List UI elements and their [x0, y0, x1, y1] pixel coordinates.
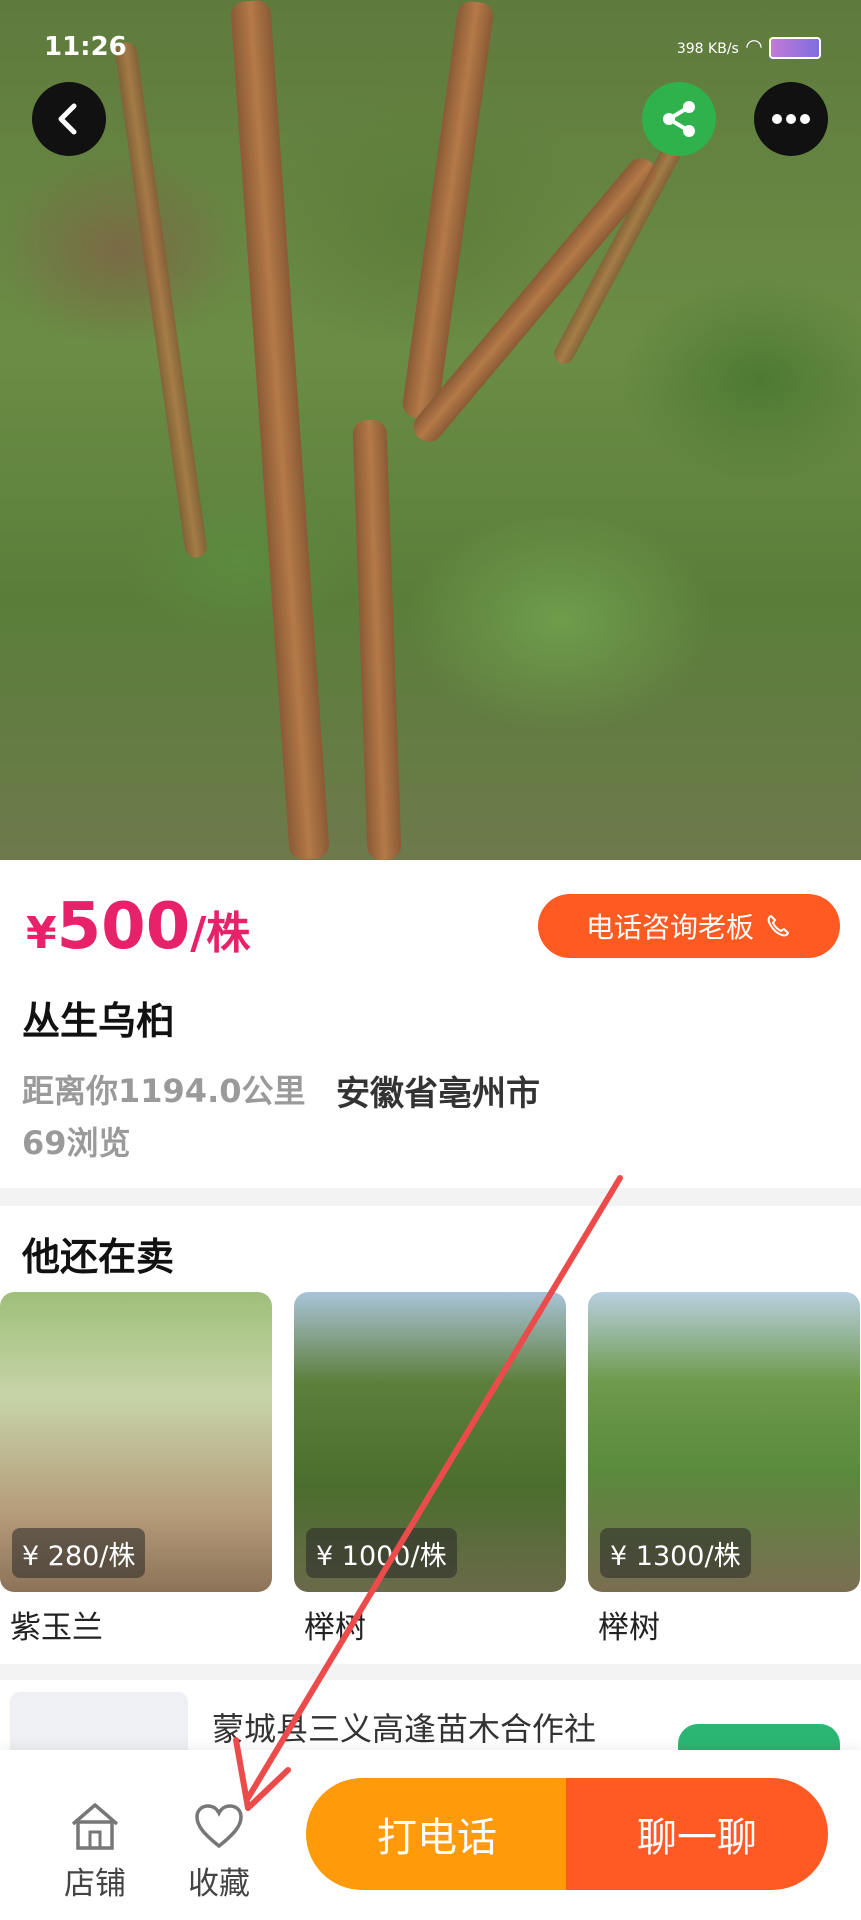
battery-icon [769, 36, 821, 59]
shop-label: 店铺 [64, 1866, 126, 1902]
price-unit: /株 [190, 908, 251, 959]
shop-icon [71, 1803, 119, 1850]
share-icon [663, 101, 695, 137]
card-name: 榉树 [598, 1610, 660, 1646]
shop-tab[interactable]: 店铺 [40, 1800, 150, 1903]
back-arrow-icon [58, 103, 77, 135]
card-name: 榉树 [304, 1610, 366, 1646]
other-item-card[interactable]: ¥ 1300/株 榉树 [588, 1292, 860, 1658]
share-button[interactable] [642, 82, 716, 156]
price-value: 500 [56, 890, 191, 964]
distance: 距离你1194.0公里 [22, 1072, 306, 1110]
location: 安徽省亳州市 [336, 1074, 540, 1114]
heart-icon [195, 1804, 243, 1849]
favorite-label: 收藏 [188, 1866, 250, 1902]
seller-name[interactable]: 蒙城县三义高逢苗木合作社 [212, 1704, 596, 1750]
price: ¥500/株 [26, 890, 250, 964]
consult-owner-button[interactable]: 电话咨询老板 [538, 894, 840, 958]
card-price: ¥ 280/株 [12, 1528, 146, 1578]
price-currency: ¥ [26, 908, 57, 959]
status-icons: 398 KB/s ◠ [677, 34, 821, 59]
product-title: 丛生乌桕 [22, 999, 175, 1043]
more-icon [772, 114, 810, 124]
card-price: ¥ 1300/株 [600, 1528, 751, 1578]
wifi-icon: ◠ [745, 34, 763, 58]
other-items-title: 他还在卖 [22, 1235, 175, 1279]
back-button[interactable] [32, 82, 106, 156]
view-count: 69浏览 [22, 1124, 131, 1162]
call-button[interactable]: 打电话 [306, 1778, 568, 1890]
card-name: 紫玉兰 [10, 1610, 103, 1646]
favorite-tab[interactable]: 收藏 [164, 1800, 274, 1903]
more-button[interactable] [754, 82, 828, 156]
status-time: 11:26 [44, 32, 127, 62]
product-hero-image[interactable] [0, 0, 861, 860]
other-item-card[interactable]: ¥ 1000/株 榉树 [294, 1292, 566, 1658]
phone-icon [767, 914, 790, 937]
chat-button[interactable]: 聊一聊 [566, 1778, 828, 1890]
consult-label: 电话咨询老板 [585, 911, 754, 944]
section-divider [0, 1664, 861, 1680]
section-divider [0, 1188, 861, 1206]
network-speed: 398 KB/s [676, 41, 739, 57]
other-item-card[interactable]: ¥ 280/株 紫玉兰 [0, 1292, 272, 1658]
card-price: ¥ 1000/株 [306, 1528, 457, 1578]
